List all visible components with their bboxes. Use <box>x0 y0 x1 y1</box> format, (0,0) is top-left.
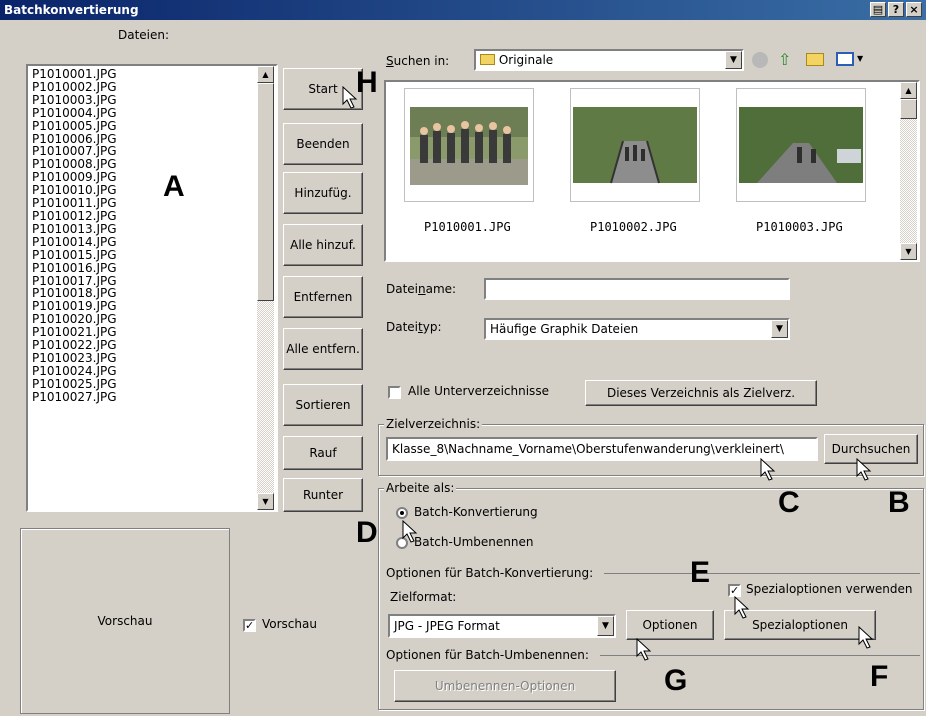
rename-options-button[interactable]: Umbenennen-Optionen <box>394 670 616 702</box>
list-item[interactable]: P1010004.JPG <box>30 106 255 120</box>
title-bar: Batchkonvertierung <box>0 0 926 20</box>
annotation-d: D <box>356 516 378 549</box>
list-item[interactable]: P1010023.JPG <box>30 352 255 365</box>
list-item[interactable]: P1010013.JPG <box>30 222 255 236</box>
special-options-checkbox-label: Spezialoptionen verwenden <box>746 582 913 596</box>
filename-label: Dateiname: <box>386 282 457 296</box>
list-item[interactable]: P1010022.JPG <box>30 339 255 352</box>
back-icon[interactable] <box>752 52 768 68</box>
view-menu-icon[interactable] <box>836 52 854 66</box>
preview-label: Vorschau <box>97 614 153 628</box>
target-path-input[interactable]: Klasse_8\Nachname_Vorname\Oberstufenwand… <box>386 437 818 461</box>
scroll-thumb[interactable] <box>257 83 274 301</box>
photo-group-image <box>410 107 528 185</box>
cursor-icon <box>636 638 652 661</box>
remove-button[interactable]: Entfernen <box>283 276 363 318</box>
view-dropdown-icon[interactable]: ▼ <box>857 54 863 63</box>
list-item[interactable]: P1010027.JPG <box>30 390 255 404</box>
radio-batch-convert-label: Batch-Konvertierung <box>414 505 538 519</box>
annotation-g: G <box>664 664 688 697</box>
add-all-button[interactable]: Alle hinzuf. <box>283 224 363 266</box>
list-item[interactable]: P1010003.JPG <box>30 93 255 107</box>
chevron-down-icon[interactable]: ▼ <box>725 51 742 69</box>
folder-icon <box>480 54 495 65</box>
preview-checkbox[interactable]: ✓ <box>243 619 256 632</box>
format-select[interactable]: JPG - JPEG Format ▼ <box>388 614 616 638</box>
list-item[interactable]: P1010012.JPG <box>30 210 255 223</box>
annotation-c: C <box>778 486 800 519</box>
scroll-up-icon[interactable]: ▲ <box>257 66 274 83</box>
thumbnail-3-label: P1010003.JPG <box>756 220 843 234</box>
cursor-icon <box>734 596 750 619</box>
photo-path-image <box>739 107 863 183</box>
close-button[interactable]: × <box>906 2 922 17</box>
search-in-label: Suchen in: <box>386 54 450 68</box>
remove-all-button[interactable]: Alle entfern. <box>283 328 363 370</box>
subdirs-label: Alle Unterverzeichnisse <box>408 384 549 398</box>
list-item[interactable]: P1010015.JPG <box>30 248 255 262</box>
annotation-f: F <box>870 660 889 693</box>
add-button[interactable]: Hinzufüg. <box>283 172 363 214</box>
scroll-down-icon[interactable]: ▼ <box>257 493 274 510</box>
annotation-b: B <box>888 486 910 519</box>
cursor-icon <box>342 86 358 109</box>
thumbnail-1[interactable] <box>404 88 534 202</box>
options-button[interactable]: Optionen <box>626 610 714 640</box>
annotation-a: A <box>163 170 185 203</box>
preview-box: Vorschau <box>20 528 230 714</box>
list-item[interactable]: P1010002.JPG <box>30 81 255 94</box>
filetype-label: Dateityp: <box>386 320 442 334</box>
convert-options-divider <box>604 573 920 574</box>
thumb-scroll-thumb[interactable] <box>900 99 917 119</box>
subdirs-checkbox[interactable] <box>388 386 401 399</box>
thumbnail-3[interactable] <box>736 88 866 202</box>
thumbnail-2-label: P1010002.JPG <box>590 220 677 234</box>
list-item[interactable]: P1010014.JPG <box>30 235 255 249</box>
list-item[interactable]: P1010025.JPG <box>30 377 255 391</box>
list-item[interactable]: P1010001.JPG <box>30 68 255 81</box>
cursor-icon <box>402 520 418 543</box>
thumb-scroll-down-icon[interactable]: ▼ <box>900 243 917 260</box>
chevron-down-icon[interactable]: ▼ <box>597 616 614 636</box>
work-group-label: Arbeite als: <box>384 481 457 495</box>
new-folder-icon[interactable] <box>806 53 824 66</box>
list-item[interactable]: P1010005.JPG <box>30 119 255 133</box>
cursor-icon <box>858 626 874 649</box>
window-title: Batchkonvertierung <box>4 3 139 17</box>
file-list[interactable]: P1010001.JPG P1010002.JPG P1010003.JPG P101… <box>30 68 255 508</box>
set-target-button[interactable]: Dieses Verzeichnis als Zielverz. <box>585 380 817 406</box>
print-icon[interactable]: ▤ <box>870 2 886 17</box>
quit-button[interactable]: Beenden <box>283 123 363 165</box>
cursor-icon <box>760 458 776 481</box>
up-folder-icon[interactable]: ⇧ <box>778 50 791 69</box>
thumbnail-1-label: P1010001.JPG <box>424 220 511 234</box>
radio-batch-rename-label: Batch-Umbenennen <box>414 535 534 549</box>
help-button[interactable]: ? <box>888 2 904 17</box>
preview-checkbox-label: Vorschau <box>262 617 317 631</box>
rename-options-label: Optionen für Batch-Umbenennen: <box>384 648 591 662</box>
search-in-combo[interactable]: Originale ▼ <box>474 49 744 71</box>
files-label: Dateien: <box>118 28 170 42</box>
cursor-icon <box>856 458 872 481</box>
format-label: Zielformat: <box>390 590 457 604</box>
sort-button[interactable]: Sortieren <box>283 384 363 426</box>
list-item[interactable]: P1010016.JPG <box>30 261 255 275</box>
photo-bridge-image <box>573 107 697 184</box>
filetype-select[interactable]: Häufige Graphik Dateien ▼ <box>484 318 790 340</box>
annotation-h: H <box>356 66 378 99</box>
list-item[interactable]: P1010024.JPG <box>30 364 255 378</box>
radio-batch-convert[interactable] <box>396 507 408 519</box>
thumbnail-2[interactable] <box>570 88 700 202</box>
chevron-down-icon[interactable]: ▼ <box>771 320 788 338</box>
filename-input[interactable] <box>484 278 790 300</box>
annotation-e: E <box>690 556 711 589</box>
down-button[interactable]: Runter <box>283 478 363 512</box>
thumb-scroll-up-icon[interactable]: ▲ <box>900 82 917 99</box>
up-button[interactable]: Rauf <box>283 436 363 470</box>
target-group-label: Zielverzeichnis: <box>384 417 483 431</box>
convert-options-label: Optionen für Batch-Konvertierung: <box>384 566 596 580</box>
